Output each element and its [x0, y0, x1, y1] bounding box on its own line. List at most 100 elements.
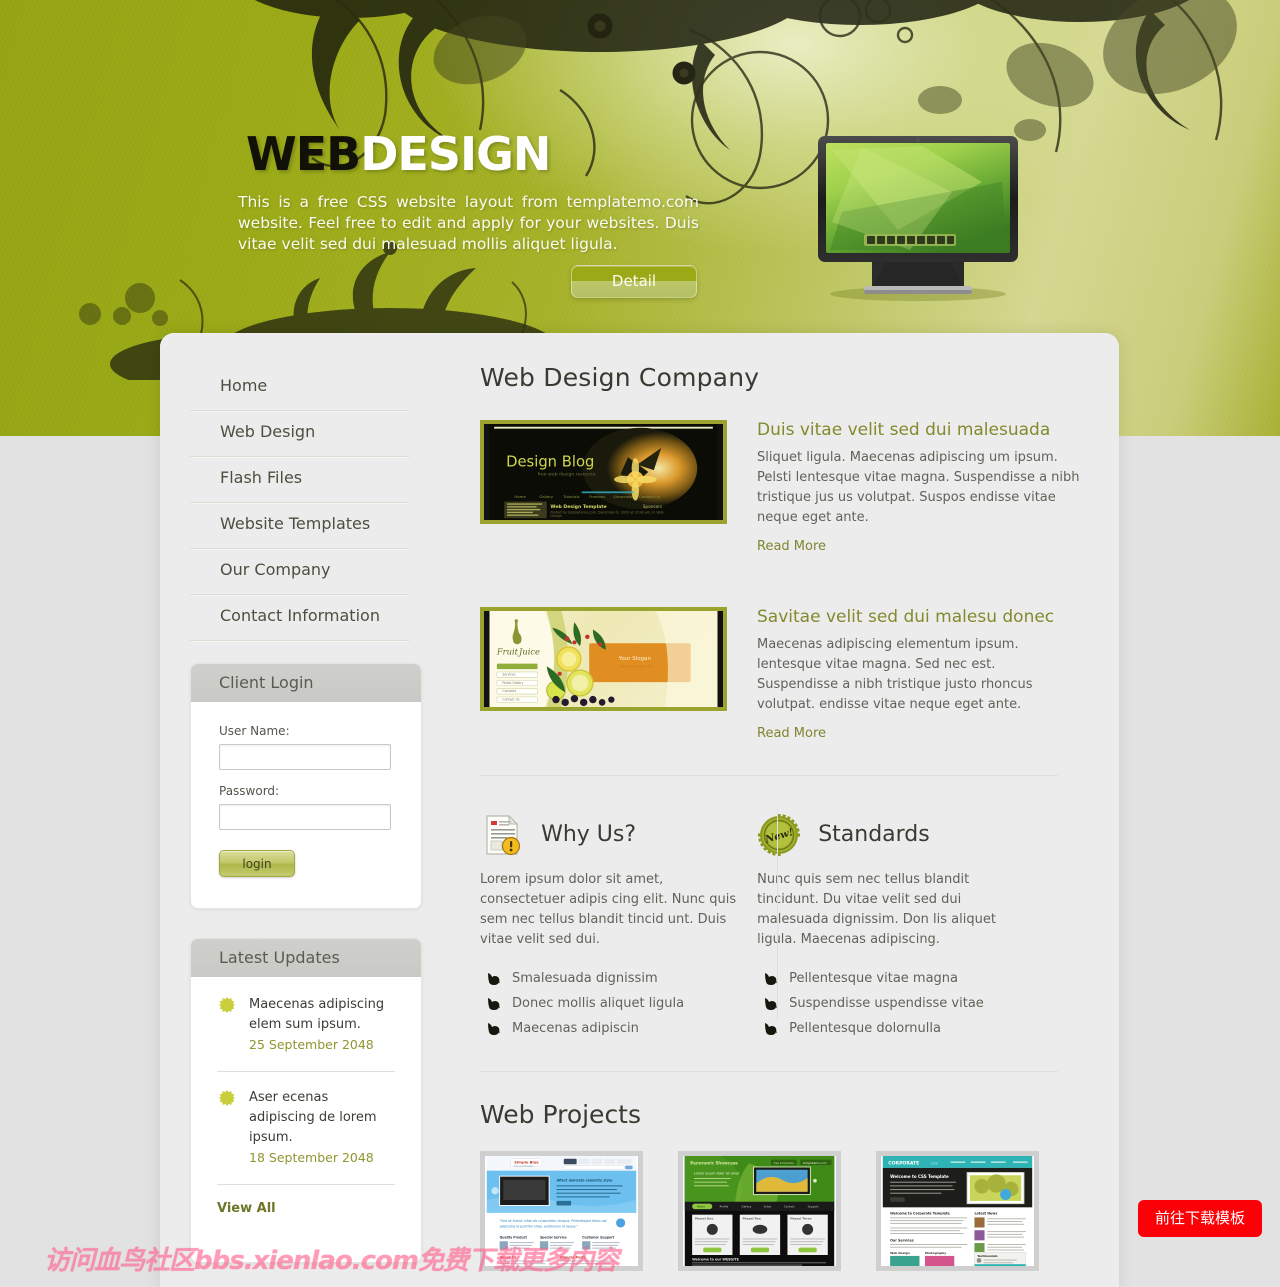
- svg-text:Quality Product: Quality Product: [500, 1236, 528, 1240]
- view-all-link[interactable]: View All: [217, 1201, 395, 1216]
- star-burst-icon: [219, 997, 235, 1013]
- document-warning-icon: [486, 814, 521, 855]
- svg-text:Phasel One: Phasel One: [695, 1216, 713, 1220]
- article-title[interactable]: Duis vitae velit sed dui malesuada: [757, 420, 1080, 440]
- svg-text:Welcome to Corporate Template: Welcome to Corporate Template: [890, 1212, 950, 1216]
- main-content: Web Design Company Design Blog free web …: [440, 333, 1119, 1287]
- svg-text:Customer Support: Customer Support: [582, 1236, 615, 1240]
- project-thumbnail-3[interactable]: CORPORATE CSS Welcome to CSS Template We…: [876, 1151, 1040, 1271]
- client-login-form: User Name: Password: login: [191, 702, 421, 877]
- svg-text:Gallery: Gallery: [539, 494, 553, 499]
- monitor-illustration-icon: [818, 136, 1018, 301]
- main-heading: Web Design Company: [480, 363, 760, 392]
- svg-text:Photo Gallery: Photo Gallery: [502, 681, 523, 685]
- sidebar-item-our-company[interactable]: Our Company: [190, 549, 409, 595]
- article-thumbnail[interactable]: Fruit Juice Services Photo Gallery Contacts…: [480, 607, 727, 711]
- column-heading: Standards: [818, 822, 930, 848]
- column-header: Why Us?: [480, 804, 752, 855]
- feature-column-why-us: Why Us? Lorem ipsum dolor sit amet, cons…: [480, 804, 752, 1041]
- list-item: Pellentesque vitae magna: [757, 966, 1029, 991]
- svg-text:Tutorials: Tutorials: [562, 494, 579, 499]
- page-title: WEBDESIGN: [246, 131, 551, 177]
- bullet-text: Pellentesque vitae magna: [789, 971, 959, 986]
- svg-text:Contact: Contact: [784, 1205, 796, 1209]
- svg-text:Design Blog: Design Blog: [506, 453, 594, 470]
- svg-text:Latest News: Latest News: [975, 1212, 998, 1216]
- list-item: Pellentesque dolornulla: [757, 1016, 1029, 1041]
- svg-text:Juice: Juice: [517, 646, 540, 656]
- leaf-bullet-icon: [488, 998, 500, 1010]
- list-item: Donec mollis aliquet ligula: [480, 991, 752, 1016]
- column-heading: Why Us?: [541, 822, 637, 848]
- svg-text:Lorem ipsum dolor sit amet: Lorem ipsum dolor sit amet: [694, 1171, 740, 1175]
- svg-text:Freebies: Freebies: [589, 494, 605, 499]
- article-item: Fruit Juice Services Photo Gallery Contacts…: [480, 607, 1080, 741]
- bullet-text: Donec mollis aliquet ligula: [512, 996, 685, 1011]
- download-template-button[interactable]: 前往下载模板: [1138, 1200, 1262, 1237]
- svg-text:Home: Home: [697, 1205, 705, 1209]
- password-input[interactable]: [219, 804, 391, 830]
- list-item[interactable]: Maecenas adipiscing elem sum ipsum. 25 S…: [217, 995, 395, 1069]
- username-input[interactable]: [219, 744, 391, 770]
- page-container: Home Web Design Flash Files Website Temp…: [160, 333, 1119, 1287]
- article-title[interactable]: Savitae velit sed dui malesu donec: [757, 607, 1080, 627]
- fruit-juice-thumbnail-icon: Fruit Juice Services Photo Gallery Contacts…: [489, 611, 718, 707]
- bullet-text: Suspendisse uspendisse vitae: [789, 996, 984, 1011]
- projects-heading: Web Projects: [480, 1100, 642, 1129]
- title-light-part: DESIGN: [360, 127, 551, 181]
- latest-updates-list: Maecenas adipiscing elem sum ipsum. 25 S…: [191, 977, 421, 1216]
- divider: [217, 1184, 395, 1185]
- column-header: New! Standards: [757, 804, 1029, 856]
- password-label: Password:: [219, 784, 280, 798]
- hero-description: This is a free CSS website layout from t…: [238, 193, 699, 253]
- read-more-link[interactable]: Read More: [757, 726, 826, 741]
- new-badge-icon: New!: [758, 813, 801, 856]
- leaf-bullet-icon: [765, 1023, 778, 1035]
- feature-column-standards: New! Standards Nunc quis sem nec tellus …: [757, 804, 1029, 1041]
- divider: [217, 1071, 395, 1072]
- latest-updates-panel: Latest Updates Maecenas adipiscing elem …: [190, 938, 422, 1263]
- svg-text:Web Design: Web Design: [890, 1251, 910, 1255]
- sidebar-item-website-templates[interactable]: Website Templates: [190, 503, 409, 549]
- sidebar-item-contact-information[interactable]: Contact Information: [190, 595, 409, 641]
- sidebar-item-web-design[interactable]: Web Design: [190, 411, 409, 457]
- leaf-bullet-icon: [765, 973, 778, 985]
- svg-text:Welcome to CSS Template: Welcome to CSS Template: [890, 1174, 949, 1179]
- list-item: Maecenas adipiscin: [480, 1016, 752, 1041]
- feature-columns: Why Us? Lorem ipsum dolor sit amet, cons…: [480, 804, 1080, 1041]
- article-thumbnail[interactable]: Design Blog free web design resource Hom…: [480, 420, 727, 524]
- svg-text:Gallery: Gallery: [742, 1205, 752, 1209]
- svg-text:free css template: free css template: [514, 1165, 534, 1168]
- bullet-text: Smalesuada dignissim: [512, 971, 658, 986]
- update-date: 18 September 2048: [249, 1150, 374, 1165]
- svg-text:"Sed sit turbid: vitae dis con: "Sed sit turbid: vitae dis consectetur t…: [500, 1219, 608, 1223]
- column-text: Lorem ipsum dolor sit amet, consectetuer…: [480, 872, 737, 947]
- svg-text:Services: Services: [502, 673, 516, 677]
- list-item[interactable]: Aser ecenas adipiscing de lorem ipsum. 1…: [217, 1088, 395, 1182]
- svg-text:Welcome to our WEBSITE: Welcome to our WEBSITE: [692, 1258, 740, 1262]
- svg-text:Affect deliciate celebrity sty: Affect deliciate celebrity style: [556, 1179, 613, 1183]
- project-thumbnail-2[interactable]: Panoramic Showcase free templates templa…: [678, 1151, 842, 1271]
- sidebar-item-home[interactable]: Home: [190, 365, 409, 411]
- svg-text:free templates: free templates: [774, 1161, 795, 1165]
- svg-text:Web Design Template: Web Design Template: [550, 504, 606, 510]
- svg-text:Contact Us: Contact Us: [502, 698, 519, 702]
- column-text: Nunc quis sem nec tellus blandit tincidu…: [757, 872, 996, 947]
- svg-text:templatemo.com: templatemo.com: [803, 1161, 827, 1165]
- svg-text:Simple Blue: Simple Blue: [514, 1160, 539, 1164]
- detail-button[interactable]: Detail: [571, 265, 697, 298]
- svg-text:adipiscing id porttitor vitae,: adipiscing id porttitor vitae, vestibulu…: [500, 1225, 579, 1229]
- svg-text:Posted by templatemo.com, Dece: Posted by templatemo.com, December 8, 20…: [550, 511, 663, 515]
- design-blog-thumbnail-icon: Design Blog free web design resource Hom…: [489, 424, 718, 520]
- read-more-link[interactable]: Read More: [757, 539, 826, 554]
- divider: [480, 1071, 1058, 1072]
- login-button[interactable]: login: [219, 850, 295, 877]
- bullet-text: Pellentesque dolornulla: [789, 1021, 941, 1036]
- sidebar-item-flash-files[interactable]: Flash Files: [190, 457, 409, 503]
- svg-text:Profile: Profile: [720, 1205, 729, 1209]
- svg-text:Video: Video: [764, 1205, 772, 1209]
- svg-text:Photography: Photography: [925, 1251, 946, 1255]
- svg-text:lorem ipsum dolor sit: lorem ipsum dolor sit: [619, 664, 653, 668]
- svg-text:Special Service: Special Service: [540, 1236, 567, 1240]
- css-template-icon: CORPORATE CSS Welcome to CSS Template We…: [882, 1156, 1033, 1266]
